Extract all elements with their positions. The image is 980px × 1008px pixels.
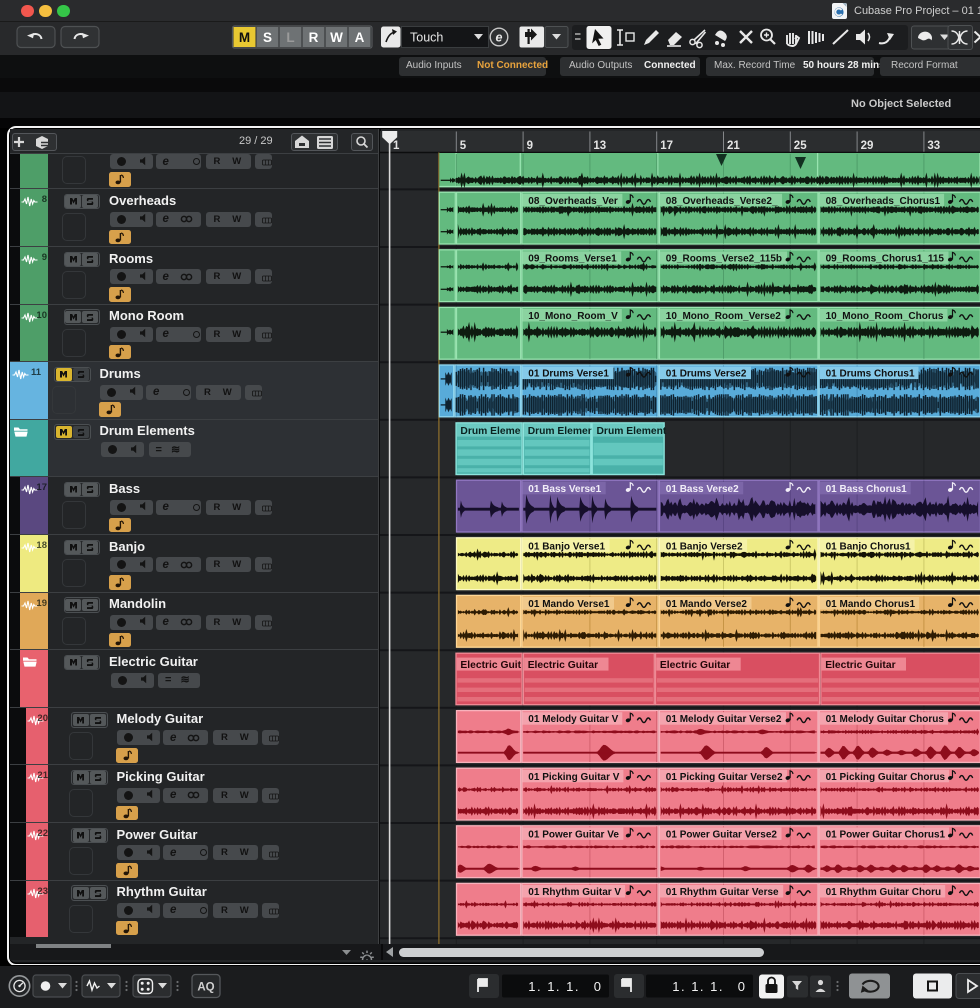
svg-text:13: 13 (593, 140, 606, 152)
svg-text:01 Banjo Verse2: 01 Banjo Verse2 (666, 541, 743, 552)
svg-text:09_Rooms_Verse1: 09_Rooms_Verse1 (528, 253, 617, 264)
svg-text:Electric Guitar: Electric Guitar (825, 660, 895, 671)
svg-text:5: 5 (460, 140, 467, 152)
svg-text:0: 0 (738, 979, 745, 994)
svg-text:01 Drums Chorus1: 01 Drums Chorus1 (826, 369, 915, 380)
svg-text:AQ: AQ (197, 982, 214, 994)
svg-text:01 Mando Chorus1: 01 Mando Chorus1 (826, 599, 916, 610)
svg-text:01 Melody Guitar Chorus: 01 Melody Guitar Chorus (826, 714, 945, 725)
svg-text:01 Power Guitar Verse2: 01 Power Guitar Verse2 (666, 829, 778, 840)
svg-text:17: 17 (660, 140, 673, 152)
svg-text:1: 1 (393, 140, 400, 152)
svg-text:10_Mono_Room_Verse2: 10_Mono_Room_Verse2 (666, 311, 781, 322)
svg-text:01 Bass Verse1: 01 Bass Verse1 (528, 484, 601, 495)
svg-text:01 Mando Verse1: 01 Mando Verse1 (528, 599, 610, 610)
svg-text:Drum Eleme: Drum Eleme (460, 426, 520, 437)
svg-text:01 Power Guitar Chorus1: 01 Power Guitar Chorus1 (826, 829, 946, 840)
svg-text:01 Mando Verse2: 01 Mando Verse2 (666, 599, 748, 610)
svg-text:21: 21 (727, 140, 740, 152)
svg-text:01 Banjo Verse1: 01 Banjo Verse1 (528, 541, 605, 552)
svg-text:25: 25 (794, 140, 807, 152)
svg-text:1. 1. 1.: 1. 1. 1. (672, 979, 724, 994)
svg-text:0: 0 (594, 979, 601, 994)
svg-text:10_Mono_Room_Chorus: 10_Mono_Room_Chorus (826, 311, 944, 322)
svg-text:29: 29 (861, 140, 874, 152)
svg-text:08_Overheads_Ver: 08_Overheads_Ver (528, 196, 618, 207)
svg-text:01 Rhythm Guitar V: 01 Rhythm Guitar V (528, 887, 621, 898)
svg-text:08_Overheads_Verse2_: 08_Overheads_Verse2_ (666, 196, 778, 207)
svg-text:08_Overheads_Chorus1: 08_Overheads_Chorus1 (826, 196, 941, 207)
svg-text:01 Power Guitar Ve: 01 Power Guitar Ve (528, 829, 619, 840)
svg-text:01 Picking Guitar Verse2: 01 Picking Guitar Verse2 (666, 772, 783, 783)
svg-text:33: 33 (927, 140, 940, 152)
svg-text:Drum Elemen: Drum Elemen (528, 426, 594, 437)
svg-text:Electric Guit: Electric Guit (460, 660, 521, 671)
svg-text:Electric Guitar: Electric Guitar (528, 660, 598, 671)
svg-text:01 Rhythm Guitar Verse: 01 Rhythm Guitar Verse (666, 887, 779, 898)
svg-text:01 Drums Verse1: 01 Drums Verse1 (528, 369, 609, 380)
svg-text:01 Picking Guitar Chorus: 01 Picking Guitar Chorus (826, 772, 946, 783)
svg-text:01 Bass Verse2: 01 Bass Verse2 (666, 484, 739, 495)
svg-text:01 Melody Guitar V: 01 Melody Guitar V (528, 714, 618, 725)
svg-text:01 Bass Chorus1: 01 Bass Chorus1 (826, 484, 908, 495)
svg-text:Drum Element: Drum Element (597, 426, 667, 437)
svg-text:01 Rhythm Guitar Choru: 01 Rhythm Guitar Choru (826, 887, 942, 898)
svg-text:1. 1. 1.: 1. 1. 1. (528, 979, 580, 994)
svg-text:09_Rooms_Chorus1_115: 09_Rooms_Chorus1_115 (826, 253, 945, 264)
svg-text:01 Drums Verse2: 01 Drums Verse2 (666, 369, 747, 380)
svg-text:Electric Guitar: Electric Guitar (660, 660, 730, 671)
svg-text:9: 9 (527, 140, 533, 152)
svg-text:10_Mono_Room_V: 10_Mono_Room_V (528, 311, 618, 322)
svg-text:01 Banjo Chorus1: 01 Banjo Chorus1 (826, 541, 911, 552)
svg-text:01 Melody Guitar Verse2: 01 Melody Guitar Verse2 (666, 714, 782, 725)
svg-text:09_Rooms_Verse2_115b: 09_Rooms_Verse2_115b (666, 253, 782, 264)
svg-text:01 Picking Guitar V: 01 Picking Guitar V (528, 772, 619, 783)
